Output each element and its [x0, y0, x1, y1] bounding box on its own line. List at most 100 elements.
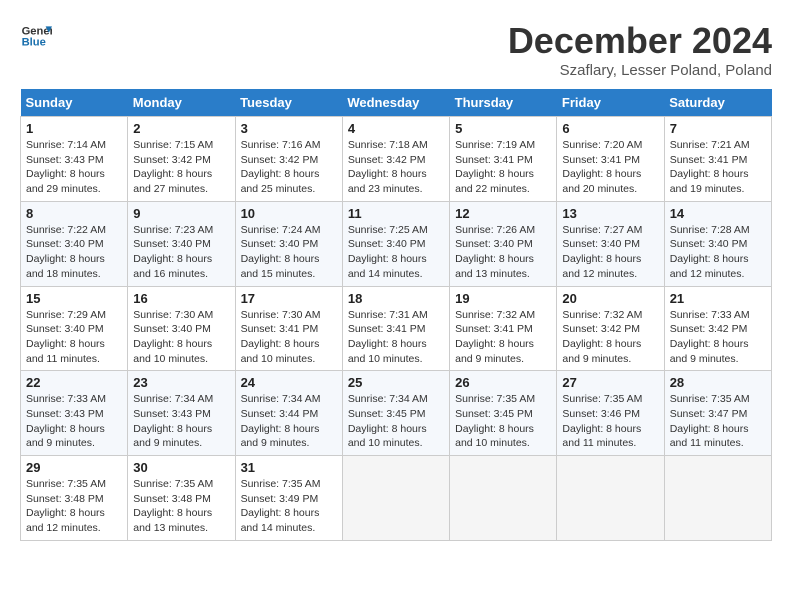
header-row: SundayMondayTuesdayWednesdayThursdayFrid…: [21, 89, 772, 117]
day-number: 22: [26, 375, 122, 390]
logo: General Blue: [20, 20, 52, 52]
day-info: Sunrise: 7:31 AMSunset: 3:41 PMDaylight:…: [348, 308, 444, 367]
day-cell: [557, 456, 664, 541]
day-cell: 15 Sunrise: 7:29 AMSunset: 3:40 PMDaylig…: [21, 286, 128, 371]
day-number: 17: [241, 291, 337, 306]
day-info: Sunrise: 7:24 AMSunset: 3:40 PMDaylight:…: [241, 223, 337, 282]
day-number: 21: [670, 291, 766, 306]
week-row-1: 1 Sunrise: 7:14 AMSunset: 3:43 PMDayligh…: [21, 117, 772, 202]
day-info: Sunrise: 7:21 AMSunset: 3:41 PMDaylight:…: [670, 138, 766, 197]
location-subtitle: Szaflary, Lesser Poland, Poland: [508, 62, 772, 79]
day-number: 16: [133, 291, 229, 306]
header-cell-sunday: Sunday: [21, 89, 128, 117]
day-cell: 24 Sunrise: 7:34 AMSunset: 3:44 PMDaylig…: [235, 371, 342, 456]
day-cell: 16 Sunrise: 7:30 AMSunset: 3:40 PMDaylig…: [128, 286, 235, 371]
day-info: Sunrise: 7:26 AMSunset: 3:40 PMDaylight:…: [455, 223, 551, 282]
calendar-table: SundayMondayTuesdayWednesdayThursdayFrid…: [20, 89, 772, 541]
day-cell: 7 Sunrise: 7:21 AMSunset: 3:41 PMDayligh…: [664, 117, 771, 202]
title-area: December 2024 Szaflary, Lesser Poland, P…: [508, 20, 772, 79]
day-cell: 29 Sunrise: 7:35 AMSunset: 3:48 PMDaylig…: [21, 456, 128, 541]
day-cell: 25 Sunrise: 7:34 AMSunset: 3:45 PMDaylig…: [342, 371, 449, 456]
header-cell-tuesday: Tuesday: [235, 89, 342, 117]
day-number: 1: [26, 121, 122, 136]
day-cell: 8 Sunrise: 7:22 AMSunset: 3:40 PMDayligh…: [21, 201, 128, 286]
day-number: 26: [455, 375, 551, 390]
day-number: 29: [26, 460, 122, 475]
month-title: December 2024: [508, 20, 772, 62]
page-header: General Blue December 2024 Szaflary, Les…: [20, 20, 772, 79]
day-number: 3: [241, 121, 337, 136]
day-number: 23: [133, 375, 229, 390]
day-info: Sunrise: 7:35 AMSunset: 3:45 PMDaylight:…: [455, 392, 551, 451]
day-info: Sunrise: 7:27 AMSunset: 3:40 PMDaylight:…: [562, 223, 658, 282]
day-number: 8: [26, 206, 122, 221]
day-cell: 23 Sunrise: 7:34 AMSunset: 3:43 PMDaylig…: [128, 371, 235, 456]
day-info: Sunrise: 7:18 AMSunset: 3:42 PMDaylight:…: [348, 138, 444, 197]
day-number: 20: [562, 291, 658, 306]
week-row-4: 22 Sunrise: 7:33 AMSunset: 3:43 PMDaylig…: [21, 371, 772, 456]
week-row-3: 15 Sunrise: 7:29 AMSunset: 3:40 PMDaylig…: [21, 286, 772, 371]
day-cell: 6 Sunrise: 7:20 AMSunset: 3:41 PMDayligh…: [557, 117, 664, 202]
header-cell-saturday: Saturday: [664, 89, 771, 117]
day-cell: 17 Sunrise: 7:30 AMSunset: 3:41 PMDaylig…: [235, 286, 342, 371]
day-cell: 21 Sunrise: 7:33 AMSunset: 3:42 PMDaylig…: [664, 286, 771, 371]
week-row-5: 29 Sunrise: 7:35 AMSunset: 3:48 PMDaylig…: [21, 456, 772, 541]
day-info: Sunrise: 7:35 AMSunset: 3:49 PMDaylight:…: [241, 477, 337, 536]
day-cell: 10 Sunrise: 7:24 AMSunset: 3:40 PMDaylig…: [235, 201, 342, 286]
day-info: Sunrise: 7:16 AMSunset: 3:42 PMDaylight:…: [241, 138, 337, 197]
day-info: Sunrise: 7:33 AMSunset: 3:42 PMDaylight:…: [670, 308, 766, 367]
day-cell: [342, 456, 449, 541]
day-cell: 20 Sunrise: 7:32 AMSunset: 3:42 PMDaylig…: [557, 286, 664, 371]
day-cell: 31 Sunrise: 7:35 AMSunset: 3:49 PMDaylig…: [235, 456, 342, 541]
day-number: 19: [455, 291, 551, 306]
day-number: 15: [26, 291, 122, 306]
day-cell: 4 Sunrise: 7:18 AMSunset: 3:42 PMDayligh…: [342, 117, 449, 202]
day-number: 13: [562, 206, 658, 221]
day-info: Sunrise: 7:30 AMSunset: 3:41 PMDaylight:…: [241, 308, 337, 367]
day-number: 27: [562, 375, 658, 390]
day-cell: 5 Sunrise: 7:19 AMSunset: 3:41 PMDayligh…: [450, 117, 557, 202]
day-cell: 30 Sunrise: 7:35 AMSunset: 3:48 PMDaylig…: [128, 456, 235, 541]
day-info: Sunrise: 7:19 AMSunset: 3:41 PMDaylight:…: [455, 138, 551, 197]
week-row-2: 8 Sunrise: 7:22 AMSunset: 3:40 PMDayligh…: [21, 201, 772, 286]
day-cell: 3 Sunrise: 7:16 AMSunset: 3:42 PMDayligh…: [235, 117, 342, 202]
day-info: Sunrise: 7:34 AMSunset: 3:43 PMDaylight:…: [133, 392, 229, 451]
day-number: 25: [348, 375, 444, 390]
day-number: 12: [455, 206, 551, 221]
day-info: Sunrise: 7:34 AMSunset: 3:44 PMDaylight:…: [241, 392, 337, 451]
day-cell: 13 Sunrise: 7:27 AMSunset: 3:40 PMDaylig…: [557, 201, 664, 286]
day-cell: 18 Sunrise: 7:31 AMSunset: 3:41 PMDaylig…: [342, 286, 449, 371]
day-cell: 2 Sunrise: 7:15 AMSunset: 3:42 PMDayligh…: [128, 117, 235, 202]
day-cell: 1 Sunrise: 7:14 AMSunset: 3:43 PMDayligh…: [21, 117, 128, 202]
day-info: Sunrise: 7:35 AMSunset: 3:48 PMDaylight:…: [26, 477, 122, 536]
day-number: 28: [670, 375, 766, 390]
day-cell: 14 Sunrise: 7:28 AMSunset: 3:40 PMDaylig…: [664, 201, 771, 286]
day-info: Sunrise: 7:25 AMSunset: 3:40 PMDaylight:…: [348, 223, 444, 282]
day-info: Sunrise: 7:15 AMSunset: 3:42 PMDaylight:…: [133, 138, 229, 197]
day-cell: 19 Sunrise: 7:32 AMSunset: 3:41 PMDaylig…: [450, 286, 557, 371]
day-number: 30: [133, 460, 229, 475]
day-info: Sunrise: 7:35 AMSunset: 3:46 PMDaylight:…: [562, 392, 658, 451]
day-info: Sunrise: 7:34 AMSunset: 3:45 PMDaylight:…: [348, 392, 444, 451]
header-cell-wednesday: Wednesday: [342, 89, 449, 117]
day-info: Sunrise: 7:14 AMSunset: 3:43 PMDaylight:…: [26, 138, 122, 197]
day-info: Sunrise: 7:35 AMSunset: 3:48 PMDaylight:…: [133, 477, 229, 536]
day-number: 7: [670, 121, 766, 136]
header-cell-monday: Monday: [128, 89, 235, 117]
day-number: 5: [455, 121, 551, 136]
day-info: Sunrise: 7:33 AMSunset: 3:43 PMDaylight:…: [26, 392, 122, 451]
day-cell: 12 Sunrise: 7:26 AMSunset: 3:40 PMDaylig…: [450, 201, 557, 286]
day-cell: [664, 456, 771, 541]
day-number: 24: [241, 375, 337, 390]
header-cell-friday: Friday: [557, 89, 664, 117]
day-cell: 9 Sunrise: 7:23 AMSunset: 3:40 PMDayligh…: [128, 201, 235, 286]
day-info: Sunrise: 7:29 AMSunset: 3:40 PMDaylight:…: [26, 308, 122, 367]
day-info: Sunrise: 7:30 AMSunset: 3:40 PMDaylight:…: [133, 308, 229, 367]
day-number: 18: [348, 291, 444, 306]
day-info: Sunrise: 7:32 AMSunset: 3:41 PMDaylight:…: [455, 308, 551, 367]
day-cell: 27 Sunrise: 7:35 AMSunset: 3:46 PMDaylig…: [557, 371, 664, 456]
day-number: 4: [348, 121, 444, 136]
header-cell-thursday: Thursday: [450, 89, 557, 117]
day-cell: 11 Sunrise: 7:25 AMSunset: 3:40 PMDaylig…: [342, 201, 449, 286]
day-number: 10: [241, 206, 337, 221]
